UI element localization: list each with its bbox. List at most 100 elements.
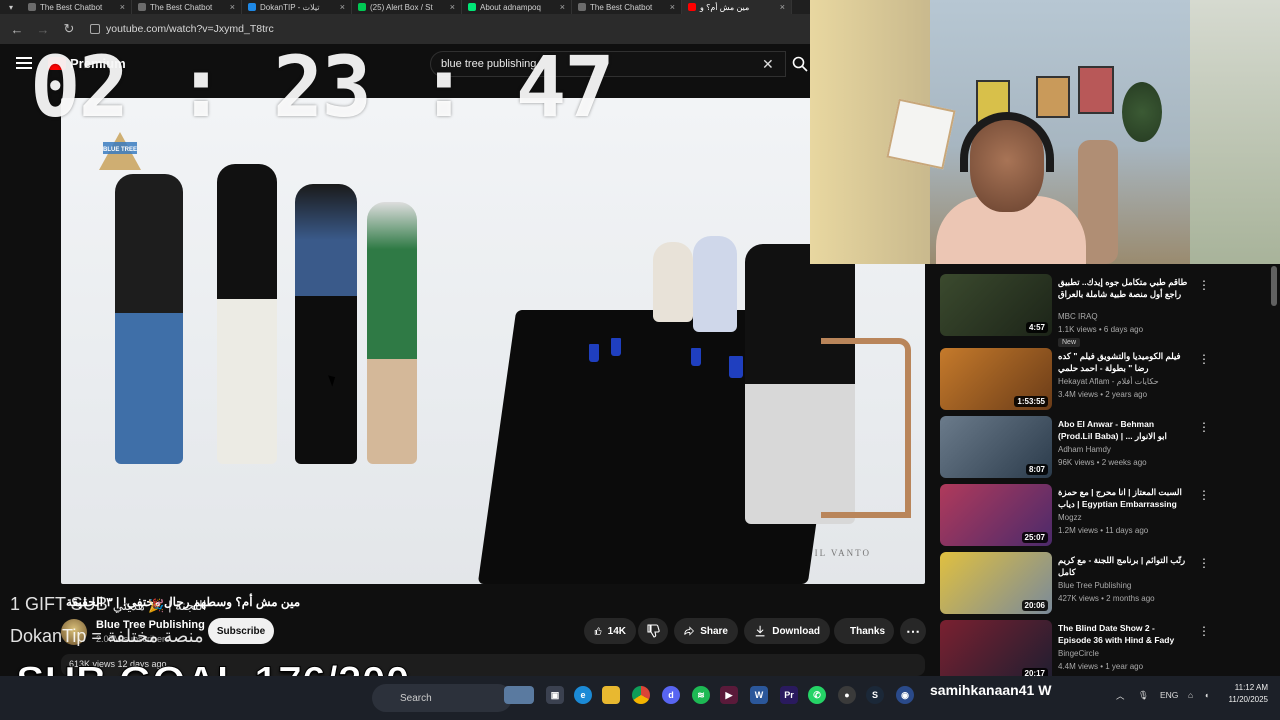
tab-favicon-icon (688, 3, 696, 11)
site-info-icon[interactable] (90, 24, 100, 34)
recommendation-title[interactable]: فيلم الكوميديا والتشويق فيلم " كده رضا "… (1058, 350, 1188, 374)
tab-close-icon[interactable]: × (670, 2, 675, 12)
tab-label: (25) Alert Box / St (370, 2, 433, 12)
sidebar-scrollbar[interactable] (1271, 266, 1277, 306)
screen: ▾ The Best Chatbot × The Best Chatbot × Do… (0, 0, 1280, 720)
video-thumbnail[interactable]: 1:53:55 (940, 348, 1052, 410)
channel-watermark-logo: BLUE TREE (99, 132, 141, 170)
recommendations-list: 4:57 طاقم طبي متكامل جوه إيدك.. تطبيق را… (940, 266, 1270, 676)
recommendation-item[interactable]: 8:07 Abo El Anwar - Behman (Prod.Lil Bab… (940, 416, 1270, 478)
taskbar-search[interactable]: Search (372, 684, 512, 712)
recommendation-item[interactable]: 1:53:55 فيلم الكوميديا والتشويق فيلم " ك… (940, 348, 1270, 410)
file-explorer-icon[interactable] (602, 686, 620, 704)
tab-label: The Best Chatbot (590, 2, 653, 12)
microphone-icon[interactable]: 🎙 (1138, 690, 1149, 701)
subscribe-button[interactable]: Subscribe (208, 618, 274, 644)
tab-close-icon[interactable]: × (560, 2, 565, 12)
more-actions-button[interactable]: ⋯ (900, 618, 926, 644)
search-icon[interactable] (792, 56, 808, 72)
browser-tab-active[interactable]: مين مش أم؟ و × (682, 0, 792, 14)
share-label: Share (700, 625, 728, 637)
browser-tab[interactable]: DokanTIP - تيلات × (242, 0, 352, 14)
thanks-button[interactable]: $ Thanks (834, 618, 894, 644)
like-button[interactable]: 14K (584, 618, 636, 644)
recommendation-channel[interactable]: Hekayat Aflam - حكايات أفلام (1058, 377, 1159, 386)
dokan-text: DokanTip (10, 626, 87, 646)
recommendation-item[interactable]: 20:06 رتّب التوائم | برنامج اللجنة - مع … (940, 552, 1270, 614)
tab-search-icon[interactable]: ▾ (0, 0, 22, 14)
tab-close-icon[interactable]: × (340, 2, 345, 12)
video-thumbnail[interactable]: 20:06 (940, 552, 1052, 614)
system-clock[interactable]: 11:12 AM 11/20/2025 (1222, 682, 1268, 706)
video-player[interactable]: BLUE TREE IL VANTO (61, 98, 925, 584)
tab-favicon-icon (28, 3, 36, 11)
recommendation-title[interactable]: السبت المعتاز | انا محرج | مع حمزة دياب … (1058, 486, 1188, 512)
tab-close-icon[interactable]: × (780, 2, 785, 12)
more-vert-icon[interactable]: ⋮ (1198, 420, 1210, 434)
taskbar-search-placeholder: Search (400, 692, 432, 704)
tab-close-icon[interactable]: × (450, 2, 455, 12)
back-arrow-icon[interactable]: ← (6, 18, 28, 40)
room-window-right (1190, 0, 1280, 264)
video-thumbnail[interactable]: 25:07 (940, 484, 1052, 546)
more-vert-icon[interactable]: ⋮ (1198, 556, 1210, 570)
video-thumbnail[interactable]: 4:57 (940, 274, 1052, 336)
recommendation-channel[interactable]: MBC IRAQ (1058, 312, 1098, 321)
browser-tab-strip: ▾ The Best Chatbot × The Best Chatbot × Do… (0, 0, 810, 14)
obs-icon[interactable]: ● (838, 686, 856, 704)
more-vert-icon[interactable]: ⋮ (1198, 488, 1210, 502)
office-app-icon[interactable]: W (750, 686, 768, 704)
network-icon[interactable]: ⌂ (1188, 690, 1193, 700)
duration-badge: 25:07 (1021, 532, 1048, 543)
browser-tab[interactable]: About adnampoq × (462, 0, 572, 14)
browser-tab[interactable]: The Best Chatbot × (132, 0, 242, 14)
more-vert-icon[interactable]: ⋮ (1198, 352, 1210, 366)
chrome-icon[interactable] (632, 686, 650, 704)
premiere-icon[interactable]: Pr (780, 686, 798, 704)
tab-close-icon[interactable]: × (120, 2, 125, 12)
duration-badge: 20:17 (1021, 668, 1048, 676)
like-count: 14K (607, 625, 626, 637)
forward-arrow-icon[interactable]: → (32, 18, 54, 40)
app-icon[interactable]: ◉ (896, 686, 914, 704)
video-thumbnail[interactable]: 8:07 (940, 416, 1052, 478)
browser-tab[interactable]: The Best Chatbot × (22, 0, 132, 14)
blue-cup (589, 344, 599, 362)
recommendation-item[interactable]: 25:07 السبت المعتاز | انا محرج | مع حمزة… (940, 484, 1270, 546)
recommendation-channel[interactable]: BingeCircle (1058, 649, 1099, 658)
reload-icon[interactable]: ↻ (58, 18, 80, 40)
clear-search-icon[interactable]: ✕ (762, 56, 774, 73)
browser-tab[interactable]: The Best Chatbot × (572, 0, 682, 14)
edge-icon[interactable]: e (574, 686, 592, 704)
recommendation-title[interactable]: Abo El Anwar - Behman (Prod.Lil Baba) | … (1058, 418, 1188, 444)
steam-icon[interactable]: S (866, 686, 884, 704)
recommendation-title[interactable]: The Blind Date Show 2 - Episode 36 with … (1058, 622, 1188, 646)
spotify-icon[interactable]: ≋ (692, 686, 710, 704)
volume-icon[interactable]: ◖ (1204, 690, 1209, 700)
download-button[interactable]: Download (744, 618, 830, 644)
recommendation-channel[interactable]: Adham Hamdy (1058, 445, 1111, 454)
more-vert-icon[interactable]: ⋮ (1198, 278, 1210, 292)
tray-chevron-icon[interactable]: ︿ (1116, 690, 1125, 702)
recommendation-item[interactable]: 4:57 طاقم طبي متكامل جوه إيدك.. تطبيق را… (940, 274, 1270, 347)
recommendation-channel[interactable]: Blue Tree Publishing (1058, 581, 1131, 590)
media-app-icon[interactable]: ▶ (720, 686, 738, 704)
weather-widget-icon[interactable] (504, 686, 534, 704)
discord-icon[interactable]: d (662, 686, 680, 704)
tab-close-icon[interactable]: × (230, 2, 235, 12)
recommendation-item[interactable]: 20:17 The Blind Date Show 2 - Episode 36… (940, 620, 1270, 676)
whatsapp-icon[interactable]: ✆ (808, 686, 826, 704)
recommendation-title[interactable]: طاقم طبي متكامل جوه إيدك.. تطبيق راجع أو… (1058, 276, 1188, 300)
recommendation-title[interactable]: رتّب التوائم | برنامج اللجنة - مع كريم ك… (1058, 554, 1188, 578)
language-indicator[interactable]: ENG (1160, 690, 1178, 700)
address-bar[interactable]: youtube.com/watch?v=Jxymd_T8trc (90, 18, 790, 40)
more-vert-icon[interactable]: ⋮ (1198, 624, 1210, 638)
task-view-icon[interactable]: ▣ (546, 686, 564, 704)
recommendation-channel[interactable]: Mogzz (1058, 513, 1082, 522)
dokan-alert: DokanTip = منصة مختلفة (10, 626, 204, 647)
username-suffix: W (1038, 682, 1052, 698)
dislike-button[interactable] (638, 618, 668, 644)
browser-tab[interactable]: (25) Alert Box / St × (352, 0, 462, 14)
share-button[interactable]: Share (674, 618, 738, 644)
video-thumbnail[interactable]: 20:17 (940, 620, 1052, 676)
